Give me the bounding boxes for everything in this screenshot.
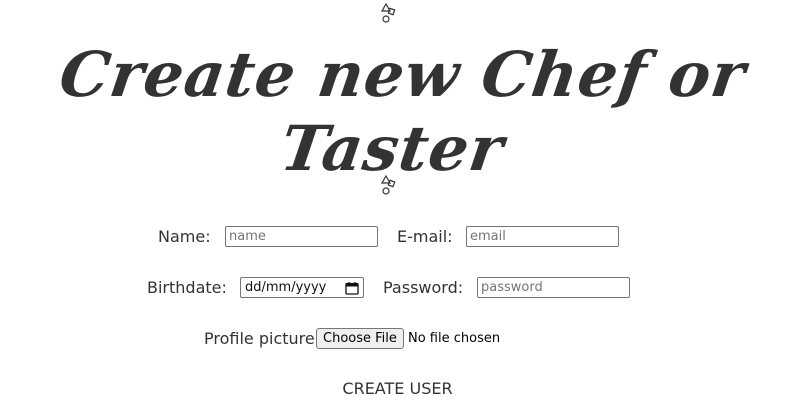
shapes-icon-graphic: [380, 2, 396, 23]
shapes-icon: [380, 174, 396, 196]
name-input[interactable]: [225, 226, 378, 247]
password-input[interactable]: [477, 277, 630, 298]
birthdate-value: dd/mm/yyyy: [245, 280, 327, 295]
shapes-icon-graphic: [380, 174, 396, 195]
file-status-text: No file chosen: [408, 331, 501, 346]
profile-picture-label: Profile picture:: [204, 329, 321, 348]
email-input[interactable]: [466, 226, 619, 247]
password-label: Password:: [383, 278, 464, 297]
name-label: Name:: [158, 227, 211, 246]
email-label: E-mail:: [397, 227, 453, 246]
shapes-icon: [380, 2, 396, 24]
birthdate-label: Birthdate:: [147, 278, 227, 297]
create-user-button[interactable]: CREATE USER: [0, 379, 795, 398]
choose-file-button[interactable]: Choose File: [316, 328, 404, 349]
calendar-icon[interactable]: [345, 281, 359, 295]
birthdate-input[interactable]: dd/mm/yyyy: [240, 277, 364, 298]
create-user-page: Create new Chef or Taster Name: E-mail: …: [0, 0, 795, 414]
page-title: Create new Chef or Taster: [55, 38, 751, 186]
